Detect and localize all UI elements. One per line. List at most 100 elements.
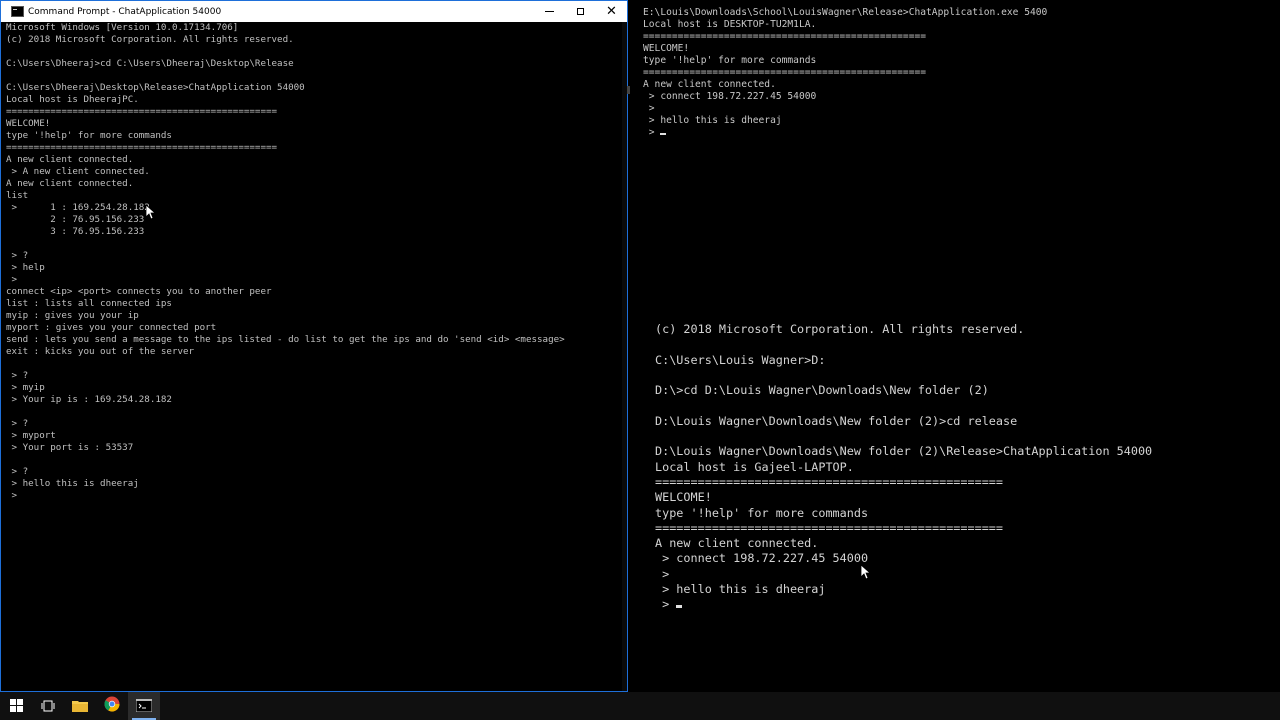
close-icon: ✕ — [606, 4, 617, 19]
console-line-text: type '!help' for more commands — [643, 55, 817, 66]
console-line-text: A new client connected. — [6, 178, 134, 189]
console-line: myip : gives you your ip — [6, 310, 627, 322]
right-bottom-console-output[interactable]: (c) 2018 Microsoft Corporation. All righ… — [655, 322, 1280, 622]
console-line-text: > connect 198.72.227.45 54000 — [655, 551, 869, 566]
minimize-icon — [545, 11, 554, 12]
console-line-text: > 1 : 169.254.28.182 — [6, 202, 150, 213]
console-line: C:\Users\Dheeraj>cd C:\Users\Dheeraj\Des… — [6, 58, 627, 70]
console-line-text: list : lists all connected ips — [6, 298, 172, 309]
console-line: > hello this is dheeraj — [643, 115, 1280, 127]
console-line-text: C:\Users\Dheeraj\Desktop\Release>ChatApp… — [6, 82, 305, 93]
console-line: WELCOME! — [6, 118, 627, 130]
console-line-text: ========================================… — [6, 142, 278, 153]
command-prompt-window[interactable]: Command Prompt - ChatApplication 54000 ✕… — [0, 0, 628, 692]
folder-icon — [72, 697, 88, 716]
console-line: D:\Louis Wagner\Downloads\New folder (2)… — [655, 414, 1280, 429]
console-scrollbar[interactable] — [622, 22, 627, 691]
console-line: > — [643, 127, 1280, 139]
console-line-text: > myport — [6, 430, 56, 441]
console-line: ========================================… — [643, 67, 1280, 79]
console-line-text: list — [6, 190, 29, 201]
console-line-text: ========================================… — [6, 106, 278, 117]
console-line-text: > ? — [6, 250, 29, 261]
console-line-text: WELCOME! — [6, 118, 51, 129]
console-line: Local host is DESKTOP-TU2M1LA. — [643, 19, 1280, 31]
window-title: Command Prompt - ChatApplication 54000 — [28, 6, 222, 17]
console-line-text: > — [6, 274, 18, 285]
console-line: > myport — [6, 430, 627, 442]
console-line-text: C:\Users\Dheeraj>cd C:\Users\Dheeraj\Des… — [6, 58, 294, 69]
console-line: C:\Users\Louis Wagner>D: — [655, 353, 1280, 368]
console-line: type '!help' for more commands — [643, 55, 1280, 67]
minimize-button[interactable] — [534, 1, 565, 22]
console-line-text: E:\Louis\Downloads\School\LouisWagner\Re… — [643, 7, 1048, 18]
console-line: > hello this is dheeraj — [6, 478, 627, 490]
console-line-text: send : lets you send a message to the ip… — [6, 334, 565, 345]
console-line: send : lets you send a message to the ip… — [6, 334, 627, 346]
windows-logo-icon — [9, 697, 23, 716]
left-console-output[interactable]: Microsoft Windows [Version 10.0.17134.70… — [6, 22, 627, 691]
console-line-text: WELCOME! — [643, 43, 690, 54]
console-line-text: > Your ip is : 169.254.28.182 — [6, 394, 172, 405]
console-line-text: Microsoft Windows [Version 10.0.17134.70… — [6, 22, 239, 33]
console-line-text: type '!help' for more commands — [6, 130, 172, 141]
console-line-text: > — [655, 566, 670, 581]
console-line: Local host is DheerajPC. — [6, 94, 627, 106]
chrome-button[interactable] — [96, 692, 128, 720]
console-line-text: > — [655, 597, 677, 612]
close-button[interactable]: ✕ — [596, 1, 627, 22]
console-line-text: A new client connected. — [6, 154, 134, 165]
console-line: ========================================… — [6, 142, 627, 154]
task-view-icon — [41, 697, 55, 716]
console-line-text: D:\Louis Wagner\Downloads\New folder (2)… — [655, 444, 1153, 459]
console-line: > — [655, 567, 1280, 582]
window-titlebar[interactable]: Command Prompt - ChatApplication 54000 ✕ — [1, 1, 627, 22]
console-line: 2 : 76.95.156.233 — [6, 214, 627, 226]
console-line: > — [6, 274, 627, 286]
console-line-text: > Your port is : 53537 — [6, 442, 134, 453]
maximize-icon — [577, 8, 584, 15]
command-prompt-button[interactable] — [128, 692, 160, 720]
console-line: 3 : 76.95.156.233 — [6, 226, 627, 238]
task-view-button[interactable] — [32, 692, 64, 720]
console-line: type '!help' for more commands — [655, 506, 1280, 521]
console-line-text: > ? — [6, 466, 29, 477]
console-line-text: 3 : 76.95.156.233 — [6, 226, 145, 237]
console-line-text: A new client connected. — [643, 79, 776, 90]
taskbar — [0, 692, 1280, 720]
console-line: > hello this is dheeraj — [655, 582, 1280, 597]
console-line: ========================================… — [643, 31, 1280, 43]
console-line: > — [643, 103, 1280, 115]
console-line: myport : gives you your connected port — [6, 322, 627, 334]
console-line: (c) 2018 Microsoft Corporation. All righ… — [655, 322, 1280, 337]
console-line: D:\>cd D:\Louis Wagner\Downloads\New fol… — [655, 383, 1280, 398]
console-line-text: myip : gives you your ip — [6, 310, 139, 321]
console-line: > ? — [6, 466, 627, 478]
console-line: > connect 198.72.227.45 54000 — [655, 551, 1280, 566]
start-button[interactable] — [0, 692, 32, 720]
console-line: > ? — [6, 370, 627, 382]
console-line-text: type '!help' for more commands — [655, 505, 869, 520]
file-explorer-button[interactable] — [64, 692, 96, 720]
console-line-text: > ? — [6, 418, 29, 429]
console-line: > A new client connected. — [6, 166, 627, 178]
console-line: A new client connected. — [655, 536, 1280, 551]
console-line: ========================================… — [655, 475, 1280, 490]
console-line-text: myport : gives you your connected port — [6, 322, 217, 333]
console-line: > connect 198.72.227.45 54000 — [643, 91, 1280, 103]
console-line: > ? — [6, 418, 627, 430]
console-line: > myip — [6, 382, 627, 394]
console-line: type '!help' for more commands — [6, 130, 627, 142]
maximize-button[interactable] — [565, 1, 596, 22]
right-top-console-output[interactable]: E:\Louis\Downloads\School\LouisWagner\Re… — [643, 7, 1280, 157]
console-line: > — [655, 597, 1280, 612]
desktop-screen: Command Prompt - ChatApplication 54000 ✕… — [0, 0, 1280, 720]
console-line: A new client connected. — [6, 154, 627, 166]
console-line: A new client connected. — [6, 178, 627, 190]
